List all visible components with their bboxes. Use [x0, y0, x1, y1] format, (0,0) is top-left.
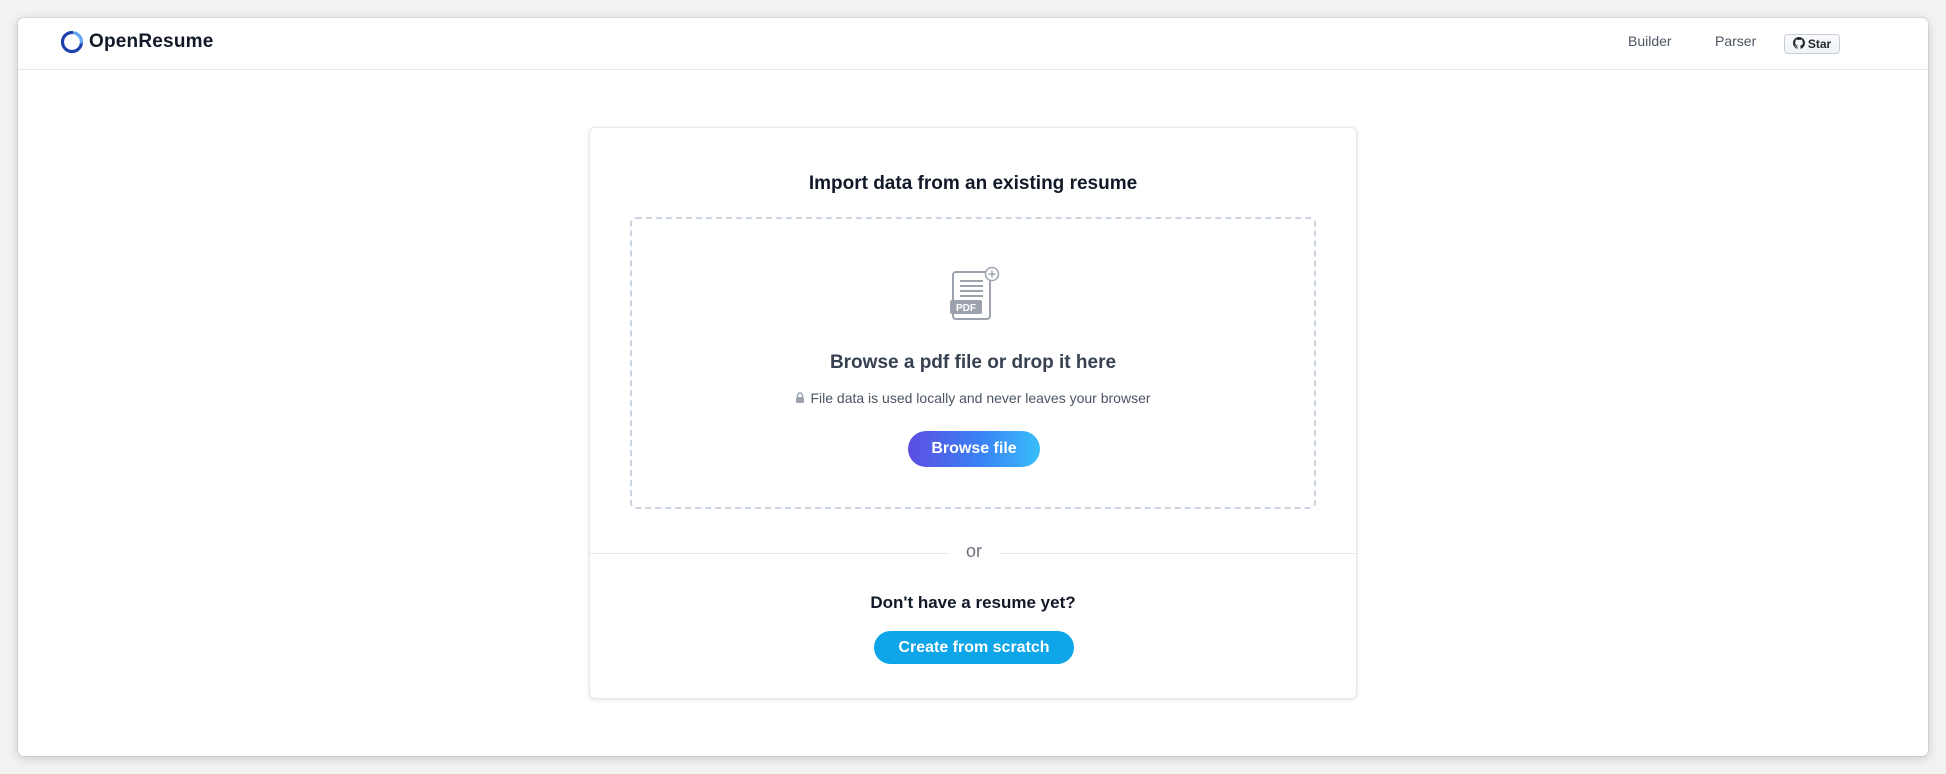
- import-card: Import data from an existing resume PDF …: [589, 127, 1357, 699]
- top-navbar: OpenResume Builder Parser Star: [18, 18, 1928, 70]
- github-star-label: Star: [1807, 37, 1832, 51]
- import-title: Import data from an existing resume: [808, 173, 1138, 194]
- github-star-button[interactable]: Star: [1784, 34, 1840, 54]
- privacy-note-text: File data is used locally and never leav…: [810, 390, 1151, 406]
- pdf-badge-label: PDF: [956, 303, 976, 314]
- open-ring-logo-icon: [60, 30, 84, 54]
- browse-file-button[interactable]: Browse file: [908, 431, 1040, 467]
- privacy-note: File data is used locally and never leav…: [632, 390, 1314, 406]
- logo-link[interactable]: OpenResume: [60, 30, 213, 54]
- or-divider-label: or: [949, 541, 999, 562]
- create-from-scratch-button[interactable]: Create from scratch: [874, 631, 1074, 664]
- browser-window: OpenResume Builder Parser Star Import da…: [18, 18, 1928, 756]
- dropzone-title: Browse a pdf file or drop it here: [829, 352, 1117, 373]
- nav-parser-link[interactable]: Parser: [1715, 33, 1756, 49]
- no-resume-title: Don't have a resume yet?: [870, 593, 1076, 612]
- pdf-dropzone[interactable]: PDF Browse a pdf file or drop it here Fi…: [630, 217, 1316, 509]
- lock-icon: [795, 390, 805, 406]
- pdf-file-add-icon: PDF: [950, 266, 1000, 327]
- app-name: OpenResume: [89, 31, 214, 52]
- github-icon: [1792, 36, 1805, 52]
- nav-builder-link[interactable]: Builder: [1628, 33, 1672, 49]
